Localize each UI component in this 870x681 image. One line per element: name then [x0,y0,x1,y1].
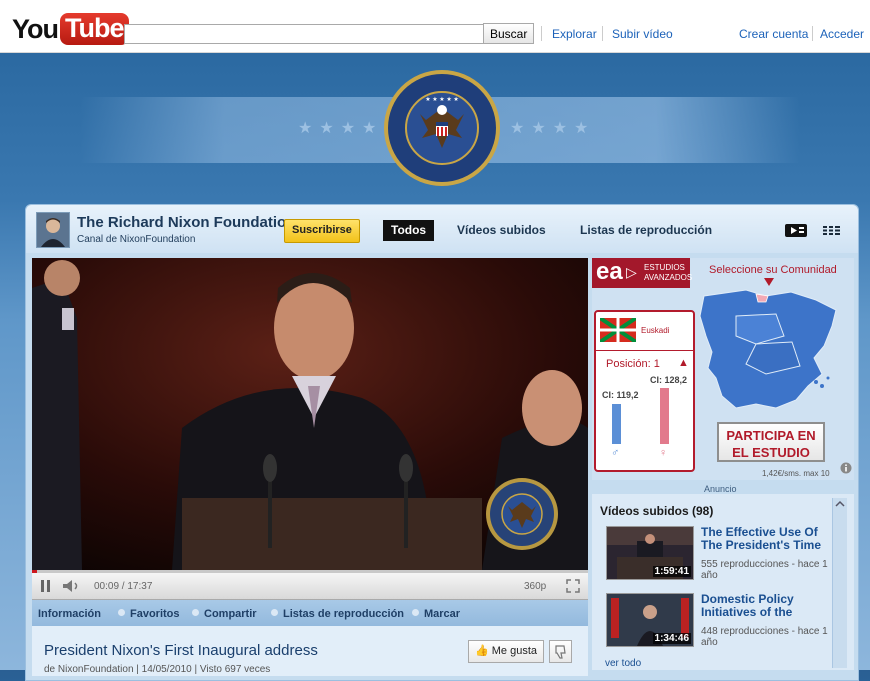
video-info-tabs: Información Favoritos Compartir Listas d… [32,600,588,626]
pause-icon[interactable] [40,579,52,593]
ad-position: Posición: 1 [606,358,660,370]
ad-ci-right: CI: 128,2 [650,375,688,385]
nav-separator [812,26,813,41]
flag-icon [412,609,419,616]
channel-title[interactable]: The Richard Nixon Foundation [77,214,295,231]
tab-uploaded-videos[interactable]: Vídeos subidos [457,223,546,237]
tab-share-label: Compartir [204,608,257,620]
like-button[interactable]: 👍 Me gusta [468,640,545,663]
ad-ci-left: CI: 119,2 [602,390,639,400]
ad-community-prompt: Seleccione su Comunidad [709,264,837,276]
play-arrow-icon: ▷ [626,264,637,280]
down-arrow-icon [764,278,774,286]
video-thumbnail[interactable]: 1:59:41 [606,526,694,580]
dislike-button[interactable] [549,640,572,663]
ad-logo: ea ▷ ESTUDIOS AVANZADOS [592,258,693,288]
see-all-link[interactable]: ver todo [605,658,641,669]
share-icon [192,609,199,616]
male-icon: ♂ [611,447,620,459]
ad-divider [596,350,693,351]
basque-flag-icon [600,318,636,342]
uploads-scrollbar[interactable] [832,498,847,668]
tab-todos[interactable]: Todos [383,220,435,241]
player-view-icon[interactable] [785,224,807,237]
video-time: 00:09 / 17:37 [94,581,153,592]
video-frame [32,258,588,570]
thumbs-down-icon [555,645,566,659]
video-item-title[interactable]: The Effective Use Of The President's Tim… [701,526,826,552]
ad-region-card: Euskadi Posición: 1 ▲ CI: 128,2 CI: 119,… [594,310,695,472]
top-bar: You Tube Buscar Explorar Subir vídeo Cre… [0,0,870,53]
spain-map[interactable] [696,286,846,414]
tab-playlist-label: Listas de reproducción [283,608,405,620]
tab-playlists[interactable]: Listas de reproducción [580,223,712,237]
video-thumbnail[interactable]: 1:34:46 [606,593,694,647]
stars-left-decoration: ★★★★ [298,120,384,137]
youtube-logo[interactable]: You Tube [12,13,129,45]
video-item-stats: 448 reproducciones - hace 1 año [701,626,828,648]
scroll-up-icon[interactable] [833,498,847,510]
video-title: President Nixon's First Inaugural addres… [44,642,318,659]
playlist-icon [271,609,278,616]
create-account-link[interactable]: Crear cuenta [739,27,808,41]
uploaded-videos-title: Vídeos subidos (98) [600,504,714,518]
participate-button[interactable]: PARTICIPA EN EL ESTUDIO [717,422,825,462]
tab-favorites-label: Favoritos [130,608,180,620]
tab-flag-label: Marcar [424,608,461,620]
video-duration: 1:34:46 [652,633,691,644]
nav-separator [541,26,542,41]
search-button[interactable]: Buscar [483,23,535,44]
logo-you-text: You [12,13,59,44]
ad-logo-line2: AVANZADOS [644,273,693,282]
nixon-foundation-seal: ★ ★ ★ ★ ★ [384,70,500,186]
ad-logo-line1: ESTUDIOS [644,263,685,272]
tab-information-label: Información [38,608,101,620]
channel-header: The Richard Nixon Foundation Canal de Ni… [26,205,858,253]
ad-logo-mark: ea [596,258,623,285]
participate-line2: EL ESTUDIO [732,445,810,460]
participate-line1: PARTICIPA EN [726,428,816,443]
explore-link[interactable]: Explorar [552,27,597,41]
favorites-icon [118,609,125,616]
tab-favorites[interactable]: Favoritos [118,608,180,620]
video-duration: 1:59:41 [652,566,691,577]
thumbs-up-icon: 👍 [475,645,489,657]
upload-link[interactable]: Subir vídeo [612,27,673,41]
tab-add-to-playlist[interactable]: Listas de reproducción [271,608,404,620]
fullscreen-icon[interactable] [566,579,580,593]
grid-view-icon[interactable] [823,226,840,235]
info-icon[interactable] [840,462,852,474]
up-arrow-icon: ▲ [678,357,689,369]
uploaded-video-item[interactable]: 1:59:41 The Effective Use Of The Preside… [604,526,829,602]
quality-selector[interactable]: 360p [524,581,546,592]
video-item-stats: 555 reproducciones - hace 1 año [701,559,828,581]
tab-share[interactable]: Compartir [192,608,257,620]
tab-information[interactable]: Información [38,608,101,620]
ad-label: Anuncio [704,484,737,494]
logo-tube-text: Tube [60,13,129,45]
nav-separator [602,26,603,41]
ad-price: 1,42€/sms. max 10 [762,469,830,478]
ad-bar-female [660,388,669,444]
sign-in-link[interactable]: Acceder [820,27,864,41]
volume-icon[interactable] [62,579,82,593]
tab-flag[interactable]: Marcar [412,608,460,620]
like-label: Me gusta [491,645,538,657]
video-item-title[interactable]: Domestic Policy Initiatives of the [701,593,826,619]
channel-avatar[interactable] [36,212,70,248]
female-icon: ♀ [659,447,668,459]
subscribe-button[interactable]: Suscribirse [284,219,360,243]
ad-bar-male [612,404,621,444]
video-controls: 00:09 / 17:37 360p [32,573,588,600]
video-info-panel: President Nixon's First Inaugural addres… [32,626,588,676]
svg-text:★ ★ ★ ★ ★: ★ ★ ★ ★ ★ [425,96,459,103]
video-player[interactable] [32,258,588,570]
ad-region-name: Euskadi [641,326,670,335]
advertisement[interactable]: ea ▷ ESTUDIOS AVANZADOS Seleccione su Co… [592,258,854,480]
stars-right-decoration: ★★★★ [510,120,596,137]
search-input[interactable] [124,24,486,44]
channel-subtitle: Canal de NixonFoundation [77,234,196,245]
uploaded-videos-panel: Vídeos subidos (98) 1:59:41 The Effectiv… [592,494,854,670]
